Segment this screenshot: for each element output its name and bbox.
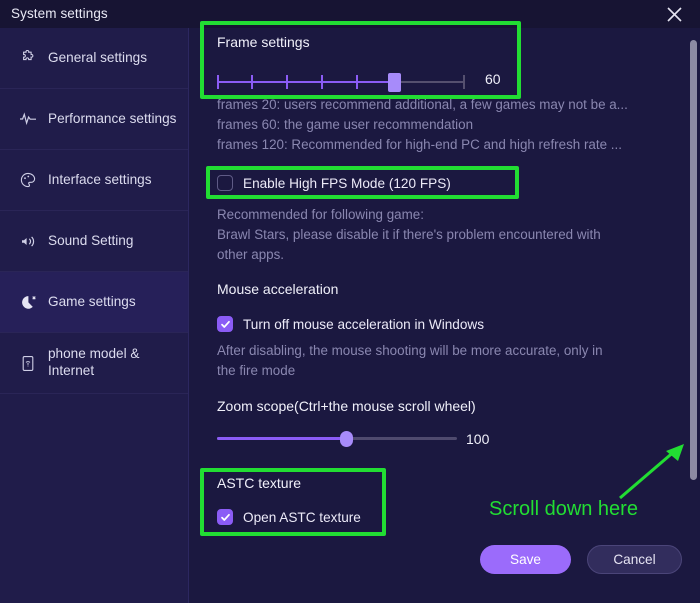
enable-high-fps-checkbox[interactable] xyxy=(217,175,233,191)
frame-settings-hints: frames 20: users recommend additional, a… xyxy=(217,95,687,154)
sidebar-item-general-settings[interactable]: General settings xyxy=(0,28,188,89)
sidebar-item-label: Interface settings xyxy=(48,171,152,187)
sidebar-item-sound-setting[interactable]: Sound Setting xyxy=(0,211,188,272)
sidebar-item-interface-settings[interactable]: Interface settings xyxy=(0,150,188,211)
arrow-up-right-icon xyxy=(616,442,688,507)
sidebar-item-game-settings[interactable]: Game settings xyxy=(0,272,188,333)
fps-slider-tick xyxy=(286,75,288,89)
sidebar-item-performance-settings[interactable]: Performance settings xyxy=(0,89,188,150)
high-fps-hints: Recommended for following game: Brawl St… xyxy=(217,205,657,264)
fps-slider-value: 60 xyxy=(485,71,501,87)
game-icon xyxy=(16,292,40,312)
zoom-slider-thumb[interactable] xyxy=(340,431,353,447)
fps-slider-tick xyxy=(463,75,465,89)
zoom-scope-slider[interactable] xyxy=(217,431,457,447)
turn-off-mouse-acceleration-label: Turn off mouse acceleration in Windows xyxy=(243,316,485,332)
speaker-icon xyxy=(16,231,40,251)
turn-off-mouse-acceleration-row[interactable]: Turn off mouse acceleration in Windows xyxy=(217,316,484,332)
high-fps-hint-line: other apps. xyxy=(217,246,284,262)
high-fps-hint-line: Brawl Stars, please disable it if there'… xyxy=(217,226,601,242)
frame-hint-line: frames 60: the game user recommendation xyxy=(217,116,474,132)
fps-slider-tick xyxy=(217,75,219,89)
high-fps-hint-line: Recommended for following game: xyxy=(217,207,424,222)
sidebar-item-phone-model-internet[interactable]: phone model & Internet xyxy=(0,333,188,394)
mouse-acceleration-hints: After disabling, the mouse shooting will… xyxy=(217,341,655,381)
mouse-hint-line: After disabling, the mouse shooting will… xyxy=(217,343,603,358)
fps-slider-tick xyxy=(356,75,358,89)
sidebar-item-label: General settings xyxy=(48,49,147,65)
frame-hint-line: frames 20: users recommend additional, a… xyxy=(217,97,628,112)
frame-settings-title: Frame settings xyxy=(217,34,310,50)
enable-high-fps-row[interactable]: Enable High FPS Mode (120 FPS) xyxy=(217,175,451,191)
vertical-scrollbar-track[interactable] xyxy=(689,30,698,530)
open-astc-texture-row[interactable]: Open ASTC texture xyxy=(217,509,361,525)
open-astc-texture-label: Open ASTC texture xyxy=(243,509,361,525)
system-settings-window: System settings General settings Perform… xyxy=(0,0,700,603)
open-astc-texture-checkbox[interactable] xyxy=(217,509,233,525)
fps-slider[interactable] xyxy=(217,71,465,93)
turn-off-mouse-acceleration-checkbox[interactable] xyxy=(217,316,233,332)
zoom-scope-value: 100 xyxy=(466,431,490,447)
sidebar-item-label: Game settings xyxy=(48,293,136,309)
vertical-scrollbar-thumb[interactable] xyxy=(690,40,697,480)
sidebar-item-label: Performance settings xyxy=(48,110,177,126)
window-title: System settings xyxy=(11,6,108,21)
fps-slider-tick xyxy=(321,75,323,89)
cancel-button[interactable]: Cancel xyxy=(587,545,682,574)
zoom-scope-title: Zoom scope(Ctrl+the mouse scroll wheel) xyxy=(217,398,476,414)
phone-icon xyxy=(16,353,40,373)
sidebar-item-label: Sound Setting xyxy=(48,232,134,248)
sidebar: General settings Performance settings In… xyxy=(0,28,189,603)
fps-slider-tick xyxy=(251,75,253,89)
sidebar-item-label: phone model & Internet xyxy=(48,346,140,378)
frame-hint-line: frames 120: Recommended for high-end PC … xyxy=(217,136,622,152)
puzzle-icon xyxy=(16,48,40,68)
enable-high-fps-label: Enable High FPS Mode (120 FPS) xyxy=(243,175,451,191)
zoom-slider-fill xyxy=(217,437,347,440)
mouse-hint-line: the fire mode xyxy=(217,362,296,378)
title-bar: System settings xyxy=(0,0,700,28)
astc-texture-title: ASTC texture xyxy=(217,475,302,491)
pulse-icon xyxy=(16,109,40,129)
close-icon[interactable] xyxy=(654,0,694,28)
palette-icon xyxy=(16,170,40,190)
save-button[interactable]: Save xyxy=(480,545,571,574)
fps-slider-thumb[interactable] xyxy=(388,73,401,92)
mouse-acceleration-title: Mouse acceleration xyxy=(217,281,339,297)
fps-slider-fill xyxy=(217,81,395,83)
